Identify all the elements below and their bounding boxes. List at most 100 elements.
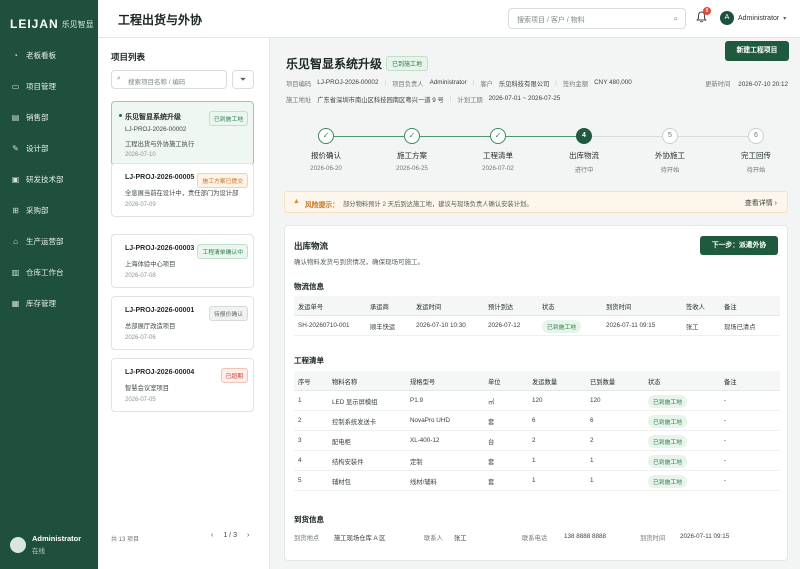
table-row[interactable]: 2 控制系统发送卡 NovaPro UHD 套 6 6 已到施工地 -	[294, 411, 780, 431]
dashboard-icon: ◔	[13, 51, 18, 60]
project-desc: 上海体验中心项目	[125, 261, 176, 268]
step-3[interactable]: ✓ 工程清单 2026-07-02	[458, 128, 538, 172]
step-title: 完工回传	[741, 151, 771, 160]
table-cell: 定制	[410, 459, 423, 466]
table-cell: 现场已清点	[724, 324, 756, 331]
project-card[interactable]: LJ-PROJ-2026-00003 上海体验中心项目 2026-07-08 工程清单…	[111, 234, 254, 288]
new-project-button[interactable]: 新建工程项目	[725, 41, 789, 61]
project-code: LJ-PROJ-2026-00005	[125, 174, 195, 181]
column-header: 状态	[542, 304, 555, 311]
sidebar-item[interactable]: ▤ 销售部	[0, 102, 98, 133]
risk-alert: ▲ 风险提示： 部分物料预计 2 天后到达施工地，建议与现场负责人确认安装计划。…	[284, 191, 788, 213]
arrival-label: 到货地点	[294, 535, 320, 542]
search-icon[interactable]: ⌕	[674, 14, 678, 24]
table-row[interactable]: SH-20260710-001 顺丰快运 2026-07-10 10:30 2026-…	[294, 316, 780, 336]
sidebar-item[interactable]: ▥ 仓库工作台	[0, 257, 98, 288]
status-tag: 工程清单确认中	[197, 244, 248, 259]
view-details-link[interactable]: 查看详情 ›	[745, 198, 777, 208]
table-cell: 2	[298, 417, 302, 424]
step-number: 4	[576, 128, 592, 144]
table-row[interactable]: 1 LED 显示屏模组 P1.9 ㎡ 120 120 已到施工地 -	[294, 391, 780, 411]
project-card[interactable]: 乐见智显系统升级 LJ-PROJ-2026-00002 工程出货与外协施工执行 202…	[111, 101, 254, 166]
check-icon: ✓	[490, 128, 506, 144]
sidebar-user-name: Administrator	[32, 534, 82, 543]
table-cell: ㎡	[488, 399, 495, 406]
sidebar-item[interactable]: ⊞ 采购部	[0, 195, 98, 226]
folder-icon: ▭	[11, 82, 20, 91]
sidebar-item[interactable]: ⌂ 生产运营部	[0, 226, 98, 257]
global-search-input[interactable]: 搜索项目 / 客户 / 物料 ⌕	[508, 8, 686, 29]
sidebar-user[interactable]: Administrator 在线	[10, 534, 81, 555]
project-card[interactable]: LJ-PROJ-2026-00004 智慧会议室项目 2026-07-05 已超期	[111, 358, 254, 412]
filter-button[interactable]: ⏷	[232, 70, 254, 89]
step-6[interactable]: 6 完工回传待开始	[716, 128, 796, 174]
filter-icon: ⏷	[239, 75, 247, 84]
next-page-icon[interactable]: ›	[247, 532, 249, 539]
divider: |	[384, 79, 387, 86]
meta-label: 计划工期	[457, 97, 483, 104]
step-4[interactable]: 4 出库物流 进行中	[544, 128, 624, 174]
table-cell: 1	[590, 477, 594, 484]
status-tag: 待报价确认	[209, 306, 248, 321]
notification-button[interactable]: 8	[696, 7, 711, 25]
arrival-phone: 138 8888 8888	[564, 533, 607, 540]
table-row[interactable]: 5 辅材包 线材/辅料 套 1 1 已到施工地 -	[294, 471, 780, 491]
next-step-button[interactable]: 下一步：派遣外协	[700, 236, 778, 255]
table-cell: 6	[590, 417, 594, 424]
update-time-value: 2026-07-10 20:12	[738, 81, 788, 88]
user-menu[interactable]: A Administrator ▾	[720, 11, 786, 25]
view-details-label: 查看详情	[744, 200, 773, 207]
step-number: 6	[748, 128, 764, 144]
project-desc: 智慧会议室项目	[125, 385, 170, 392]
arrival-title: 到货信息	[294, 515, 324, 524]
status-pill: 已到施工地	[648, 415, 687, 428]
table-header-row: 发运单号 承运商 发运时间 预计到达 状态 到货时间 签收人 备注	[294, 296, 780, 316]
bom-title: 工程清单	[294, 356, 324, 365]
step-title: 报价确认	[311, 151, 341, 160]
table-cell: 控制系统发送卡	[332, 419, 377, 426]
status-tag: 施工方案已提交	[197, 173, 248, 188]
sidebar-item[interactable]: ✎ 设计部	[0, 133, 98, 164]
step-5[interactable]: 5 外协施工 待开始	[630, 128, 710, 174]
table-cell: 已到施工地	[648, 415, 687, 428]
sidebar-item-label: 仓库工作台	[26, 268, 64, 277]
planned-period: 2026-07-01 ~ 2026-07-25	[488, 95, 561, 102]
column-header: 物料名称	[332, 379, 358, 386]
detail-title: 乐见智显系统升级	[286, 57, 383, 71]
selected-dot-icon	[119, 114, 122, 117]
column-header: 规格型号	[410, 379, 436, 386]
sidebar-item[interactable]: ▭ 项目管理	[0, 71, 98, 102]
sidebar-item[interactable]: ▦ 库存管理	[0, 288, 98, 319]
step-title: 施工方案	[397, 151, 427, 160]
project-code: LJ-PROJ-2026-00001	[125, 307, 195, 314]
table-cell: 配电柜	[332, 439, 351, 446]
table-row[interactable]: 4 结构安装件 定制 套 1 1 已到施工地 -	[294, 451, 780, 471]
status-pill: 已到施工地	[648, 435, 687, 448]
project-card[interactable]: LJ-PROJ-2026-00005 全息展当前在设计中，责任部门为设计部 2026…	[111, 163, 254, 217]
project-list-title: 项目列表	[111, 52, 146, 62]
step-2[interactable]: ✓ 施工方案 2026-06-25	[372, 128, 452, 172]
status-pill: 已到施工地	[648, 455, 687, 468]
arrival-contact: 张工	[454, 535, 467, 542]
project-card[interactable]: LJ-PROJ-2026-00001 总部展厅改造项目 2026-07-06 待报价确…	[111, 296, 254, 350]
step-title: 工程清单	[483, 151, 513, 160]
search-placeholder: 搜索项目 / 客户 / 物料	[517, 17, 585, 24]
project-total: 共 13 项目	[111, 537, 140, 543]
table-cell: P1.9	[410, 397, 423, 404]
step-1[interactable]: ✓ 报价确认 2026-06-20	[286, 128, 366, 172]
prev-page-icon[interactable]: ‹	[211, 532, 213, 539]
table-row[interactable]: 3 配电柜 XL-400-12 台 2 2 已到施工地 -	[294, 431, 780, 451]
sidebar-item[interactable]: ▣ 研发技术部	[0, 164, 98, 195]
step-date: 2026-07-02	[482, 165, 514, 172]
sidebar-item-label: 采购部	[26, 206, 49, 215]
risk-title: 风险提示：	[305, 202, 339, 209]
column-header: 签收人	[686, 304, 705, 311]
project-date: 2026-07-08	[125, 273, 156, 279]
step-date: 待开始	[746, 167, 766, 174]
check-icon: ✓	[404, 128, 420, 144]
sidebar-item[interactable]: ◔ 老板看板	[0, 40, 98, 71]
warning-icon: ▲	[293, 198, 300, 205]
column-header: 承运商	[370, 304, 389, 311]
project-search-input[interactable]: ⌕ 搜索项目名称 / 编码	[111, 70, 227, 89]
status-tag: 已超期	[220, 368, 248, 383]
